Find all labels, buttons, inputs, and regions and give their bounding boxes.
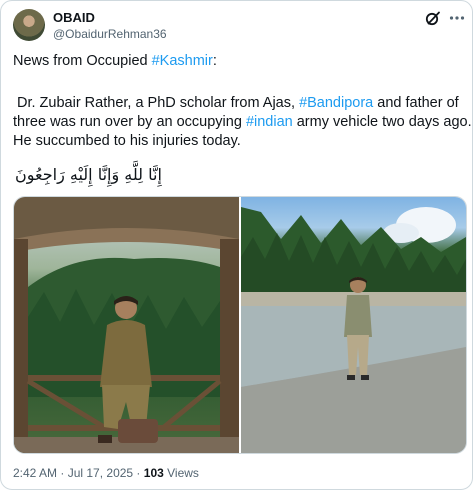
gazebo-scene <box>14 197 239 453</box>
person-shoe <box>347 375 355 380</box>
person-shoe <box>361 375 369 380</box>
text-segment: army vehicle two days ago. <box>292 114 472 130</box>
tweet-time[interactable]: 2:42 AM <box>13 466 57 480</box>
separator: · <box>133 466 144 480</box>
text-segment: News from Occupied <box>13 53 152 69</box>
tweet-text-line2: Dr. Zubair Rather, a PhD scholar from Aj… <box>17 94 459 113</box>
person-shoe <box>98 435 112 443</box>
photo-right[interactable] <box>241 197 466 453</box>
grok-icon[interactable] <box>424 9 442 27</box>
hashtag-bandipora[interactable]: #Bandipora <box>299 95 373 111</box>
avatar[interactable] <box>13 9 45 41</box>
text-segment: and father of <box>373 95 459 111</box>
author-name[interactable]: OBAID <box>53 10 95 25</box>
views-label: Views <box>163 466 199 480</box>
tweet-footer: 2:42 AM · Jul 17, 2025 · 103 Views <box>13 466 199 480</box>
photo-left[interactable] <box>14 197 239 453</box>
media-grid <box>13 196 467 454</box>
author-handle[interactable]: @ObaidurRehman36 <box>53 27 167 41</box>
person-shirt <box>100 320 152 387</box>
river-scene <box>241 207 466 453</box>
hashtag-kashmir[interactable]: #Kashmir <box>152 53 213 69</box>
hashtag-indian[interactable]: #indian <box>246 114 293 130</box>
more-icon[interactable] <box>448 9 466 27</box>
pillar-left <box>14 239 28 453</box>
text-segment: three was run over by an occupying <box>13 114 246 130</box>
tweet-date[interactable]: Jul 17, 2025 <box>68 466 133 480</box>
tweet-text-line3: three was run over by an occupying #indi… <box>13 113 472 132</box>
separator: · <box>57 466 68 480</box>
tweet-text-line1: News from Occupied #Kashmir: <box>13 52 217 71</box>
tweet-text-line4: He succumbed to his injuries today. <box>13 133 241 149</box>
text-segment: Dr. Zubair Rather, a PhD scholar from Aj… <box>17 95 300 111</box>
arabic-text: إِنَّا لِلَّهِ وَإِنَّا إِلَيْهِ رَاجِعُ… <box>15 165 162 184</box>
person-shirt <box>344 295 372 337</box>
pillar-right <box>220 239 239 453</box>
tree-stump-seat <box>118 419 158 443</box>
tweet-card: OBAID @ObaidurRehman36 News from Occupie… <box>0 0 473 490</box>
text-segment: : <box>212 53 217 69</box>
views-count: 103 <box>143 466 164 480</box>
